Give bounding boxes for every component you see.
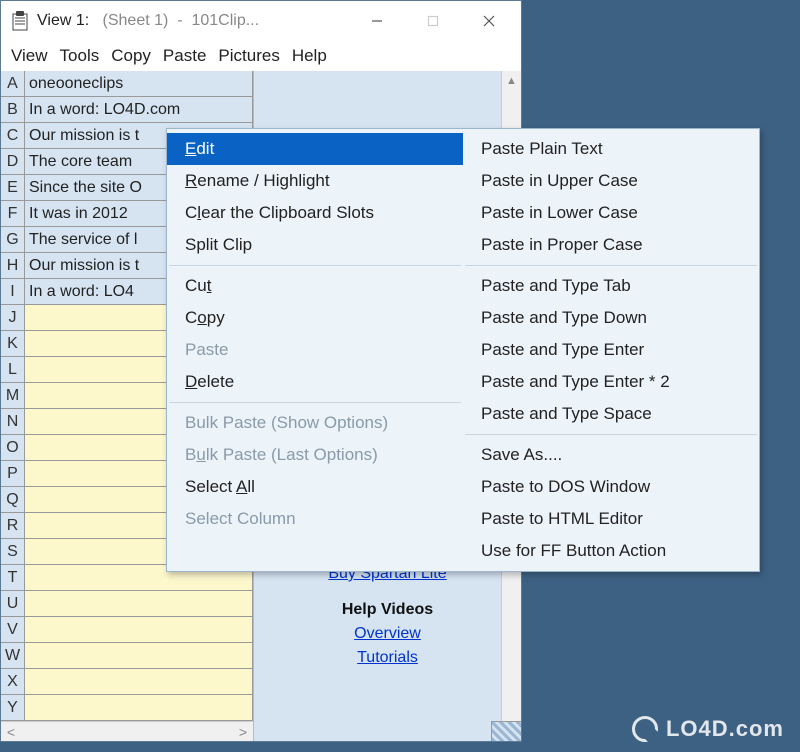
grid-row[interactable]: X <box>1 669 252 695</box>
menu-help[interactable]: Help <box>286 44 333 68</box>
row-header[interactable]: M <box>1 383 25 408</box>
menu-item[interactable]: Paste Plain Text <box>463 133 759 165</box>
row-header[interactable]: X <box>1 669 25 694</box>
horizontal-scrollbar[interactable]: < > <box>1 721 253 741</box>
row-header[interactable]: N <box>1 409 25 434</box>
context-menu: EditRename / HighlightClear the Clipboar… <box>166 128 760 572</box>
title-sheet: (Sheet 1) <box>103 12 169 29</box>
help-videos-heading: Help Videos <box>262 601 513 619</box>
menu-item[interactable]: Copy <box>167 302 463 334</box>
menu-item[interactable]: Paste and Type Down <box>463 302 759 334</box>
resize-grip[interactable] <box>491 721 521 741</box>
window-title: View 1: (Sheet 1) - 101Clip... <box>37 12 349 30</box>
menu-item[interactable]: Paste to HTML Editor <box>463 503 759 535</box>
grid-cell[interactable] <box>25 695 252 720</box>
tutorials-link[interactable]: Tutorials <box>262 649 513 667</box>
row-header[interactable]: W <box>1 643 25 668</box>
scroll-right-arrow[interactable]: > <box>233 724 253 740</box>
grid-row[interactable]: U <box>1 591 252 617</box>
menu-item[interactable]: Delete <box>167 366 463 398</box>
menu-item[interactable]: Paste in Lower Case <box>463 197 759 229</box>
context-menu-right-column: Paste Plain TextPaste in Upper CasePaste… <box>463 129 759 571</box>
close-button[interactable] <box>461 3 517 39</box>
row-header[interactable]: B <box>1 97 25 122</box>
row-header[interactable]: R <box>1 513 25 538</box>
grid-cell[interactable] <box>25 643 252 668</box>
row-header[interactable]: C <box>1 123 25 148</box>
row-header[interactable]: E <box>1 175 25 200</box>
watermark-text: LO4D.com <box>666 716 784 742</box>
menu-item[interactable]: Paste and Type Space <box>463 398 759 430</box>
menu-item: Bulk Paste (Show Options) <box>167 407 463 439</box>
menu-item[interactable]: Paste and Type Enter * 2 <box>463 366 759 398</box>
row-header[interactable]: A <box>1 71 25 96</box>
scroll-left-arrow[interactable]: < <box>1 724 21 740</box>
grid-cell[interactable] <box>25 591 252 616</box>
menu-item[interactable]: Paste and Type Enter <box>463 334 759 366</box>
menu-copy[interactable]: Copy <box>105 44 157 68</box>
menu-item[interactable]: Paste to DOS Window <box>463 471 759 503</box>
watermark: LO4D.com <box>632 716 784 742</box>
grid-row[interactable]: Aoneooneclips <box>1 71 252 97</box>
grid-row[interactable]: Y <box>1 695 252 721</box>
row-header[interactable]: P <box>1 461 25 486</box>
menu-paste[interactable]: Paste <box>157 44 212 68</box>
title-prefix: View 1: <box>37 12 89 29</box>
row-header[interactable]: G <box>1 227 25 252</box>
menu-item[interactable]: Select All <box>167 471 463 503</box>
row-header[interactable]: O <box>1 435 25 460</box>
app-icon <box>11 11 29 31</box>
context-menu-left-column: EditRename / HighlightClear the Clipboar… <box>167 129 463 571</box>
maximize-button[interactable] <box>405 3 461 39</box>
menu-item[interactable]: Rename / Highlight <box>167 165 463 197</box>
row-header[interactable]: F <box>1 201 25 226</box>
grid-cell[interactable] <box>25 617 252 642</box>
menu-item[interactable]: Split Clip <box>167 229 463 261</box>
grid-cell[interactable]: In a word: LO4D.com <box>25 97 252 122</box>
row-header[interactable]: H <box>1 253 25 278</box>
menu-separator <box>465 434 757 435</box>
menu-item[interactable]: Cut <box>167 270 463 302</box>
menu-item[interactable]: Paste in Upper Case <box>463 165 759 197</box>
menu-item: Paste <box>167 334 463 366</box>
grid-row[interactable]: V <box>1 617 252 643</box>
menu-separator <box>465 265 757 266</box>
row-header[interactable]: I <box>1 279 25 304</box>
menu-item[interactable]: Save As.... <box>463 439 759 471</box>
minimize-button[interactable] <box>349 3 405 39</box>
row-header[interactable]: J <box>1 305 25 330</box>
menu-item[interactable]: Paste and Type Tab <box>463 270 759 302</box>
menu-item[interactable]: Clear the Clipboard Slots <box>167 197 463 229</box>
title-bar: View 1: (Sheet 1) - 101Clip... <box>1 1 521 41</box>
menu-tools[interactable]: Tools <box>54 44 106 68</box>
grid-cell[interactable]: oneooneclips <box>25 71 252 96</box>
grid-row[interactable]: W <box>1 643 252 669</box>
row-header[interactable]: Y <box>1 695 25 720</box>
row-header[interactable]: L <box>1 357 25 382</box>
watermark-icon <box>632 716 658 742</box>
window-controls <box>349 3 517 39</box>
row-header[interactable]: V <box>1 617 25 642</box>
row-header[interactable]: T <box>1 565 25 590</box>
row-header[interactable]: S <box>1 539 25 564</box>
menu-pictures[interactable]: Pictures <box>212 44 285 68</box>
menu-separator <box>169 265 461 266</box>
scroll-up-arrow[interactable]: ▲ <box>502 71 521 91</box>
menu-item[interactable]: Edit <box>167 133 463 165</box>
menu-view[interactable]: View <box>5 44 54 68</box>
row-header[interactable]: D <box>1 149 25 174</box>
menu-separator <box>169 402 461 403</box>
row-header[interactable]: Q <box>1 487 25 512</box>
row-header[interactable]: K <box>1 331 25 356</box>
title-app: 101Clip... <box>191 12 259 29</box>
menu-item: Bulk Paste (Last Options) <box>167 439 463 471</box>
overview-link[interactable]: Overview <box>262 625 513 643</box>
menu-item: Select Column <box>167 503 463 535</box>
menu-item[interactable]: Use for FF Button Action <box>463 535 759 567</box>
menu-item[interactable]: Paste in Proper Case <box>463 229 759 261</box>
row-header[interactable]: U <box>1 591 25 616</box>
grid-cell[interactable] <box>25 669 252 694</box>
grid-row[interactable]: BIn a word: LO4D.com <box>1 97 252 123</box>
menu-bar: ViewToolsCopyPastePicturesHelp <box>1 41 521 71</box>
